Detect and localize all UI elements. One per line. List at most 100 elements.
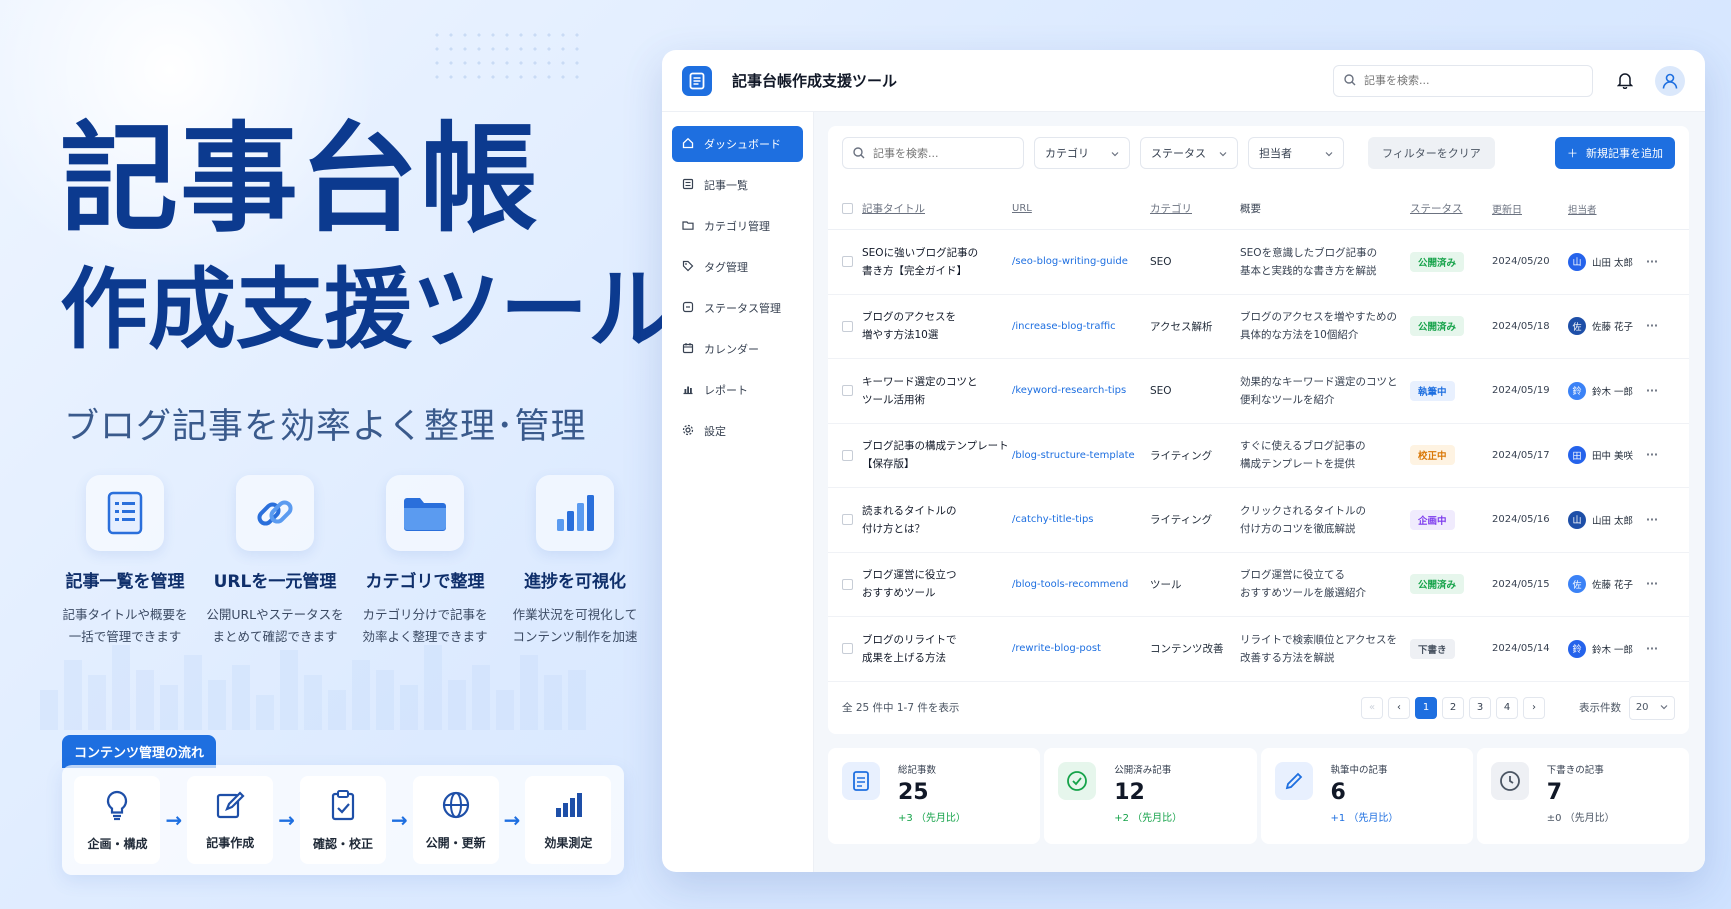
table-row[interactable]: 読まれるタイトルの 付け方とは？/catchy-title-tips ライティング… <box>828 488 1689 553</box>
stat-card: 執筆中の記事 6 +1 （先月比） <box>1260 747 1473 844</box>
app-logo-icon[interactable] <box>682 65 712 96</box>
article-search[interactable] <box>842 137 1024 169</box>
article-url[interactable]: /increase-blog-traffic <box>1012 321 1150 332</box>
header-search-input[interactable] <box>1364 74 1582 87</box>
article-date: 2024/05/15 <box>1492 578 1550 590</box>
per-page-select[interactable]: 20 <box>1629 695 1675 720</box>
column-header-category[interactable]: カテゴリ <box>1150 201 1240 216</box>
sidebar-item-articles[interactable]: 記事一覧 <box>672 167 803 203</box>
page-button[interactable]: 2 <box>1442 696 1464 719</box>
article-url[interactable]: /seo-blog-writing-guide <box>1012 256 1150 267</box>
table-row[interactable]: キーワード選定のコツと ツール活用術/keyword-research-tips… <box>828 359 1689 424</box>
select-all-checkbox[interactable] <box>842 203 853 214</box>
column-header-assignee[interactable]: 担当者 <box>1568 202 1646 216</box>
article-url[interactable]: /catchy-title-tips <box>1012 514 1150 525</box>
content-flow: 企画・構成 → 記事作成 → 確認・校正 → 公開・更新 → 効果測定 <box>62 765 624 875</box>
document-icon <box>842 761 880 800</box>
status-icon <box>682 301 694 316</box>
table-row[interactable]: ブログ記事の構成テンプレート 【保存版】/blog-structure-temp… <box>828 424 1689 488</box>
feature-desc: 記事タイトルや概要を 一括で管理できます <box>62 607 188 644</box>
report-icon <box>682 383 694 398</box>
assignee-select[interactable]: 担当者 <box>1248 137 1344 169</box>
sidebar-item-categories[interactable]: カテゴリ管理 <box>672 208 803 244</box>
article-category: ライティング <box>1150 449 1213 462</box>
more-options-icon[interactable]: ··· <box>1646 320 1666 332</box>
table-row[interactable]: ブログのリライトで 成果を上げる方法/rewrite-blog-post コンテン… <box>828 617 1689 682</box>
sidebar-item-settings[interactable]: 設定 <box>672 413 803 449</box>
article-title[interactable]: キーワード選定のコツと ツール活用術 <box>862 373 1012 409</box>
article-category: SEO <box>1150 384 1172 397</box>
per-page-value: 20 <box>1635 702 1649 713</box>
row-checkbox[interactable] <box>842 385 853 397</box>
first-page-icon[interactable]: « <box>1361 696 1383 719</box>
table-row[interactable]: ブログ運営に役立つ おすすめツール/blog-tools-recommend ツー… <box>828 553 1689 617</box>
add-article-button[interactable]: ＋ 新規記事を追加 <box>1555 137 1675 169</box>
table-body: SEOに強いブログ記事の 書き方【完全ガイド】/seo-blog-writing… <box>828 230 1689 682</box>
article-title[interactable]: ブログのアクセスを 増やす方法10選 <box>862 308 1012 344</box>
sidebar-item-tags[interactable]: タグ管理 <box>672 249 803 285</box>
avatar: 鈴 <box>1568 639 1586 658</box>
clear-filters-button[interactable]: フィルターをクリア <box>1368 137 1495 169</box>
stat-change: ±0 （先月比） <box>1546 812 1615 824</box>
status-select[interactable]: ステータス <box>1140 137 1238 169</box>
table-row[interactable]: ブログのアクセスを 増やす方法10選/increase-blog-traffic… <box>828 295 1689 359</box>
row-checkbox[interactable] <box>842 643 853 655</box>
article-url[interactable]: /rewrite-blog-post <box>1012 643 1150 654</box>
article-url[interactable]: /blog-structure-template <box>1012 450 1150 461</box>
article-title[interactable]: ブログ記事の構成テンプレート 【保存版】 <box>862 437 1012 473</box>
article-title[interactable]: ブログ運営に役立つ おすすめツール <box>862 566 1012 602</box>
article-title[interactable]: 読まれるタイトルの 付け方とは？ <box>862 502 1012 538</box>
row-checkbox[interactable] <box>842 256 853 268</box>
sidebar-item-dashboard[interactable]: ダッシュボード <box>672 126 803 162</box>
gear-icon <box>682 424 694 439</box>
more-options-icon[interactable]: ··· <box>1646 514 1666 526</box>
status-badge: 企画中 <box>1410 509 1455 530</box>
column-header-url[interactable]: URL <box>1012 203 1150 214</box>
category-select[interactable]: カテゴリ <box>1034 137 1130 169</box>
table-row[interactable]: SEOに強いブログ記事の 書き方【完全ガイド】/seo-blog-writing… <box>828 230 1689 295</box>
more-options-icon[interactable]: ··· <box>1646 578 1666 590</box>
article-category: ライティング <box>1150 514 1213 527</box>
feature-item: URLを一元管理 公開URLやステータスを まとめて確認できます <box>200 475 350 648</box>
more-options-icon[interactable]: ··· <box>1646 643 1666 655</box>
prev-page-icon[interactable]: ‹ <box>1388 696 1410 719</box>
clock-icon <box>1490 761 1529 800</box>
feature-list: 記事一覧を管理 記事タイトルや概要を 一括で管理できます URLを一元管理 公開… <box>50 475 650 648</box>
more-options-icon[interactable]: ··· <box>1646 256 1666 268</box>
more-options-icon[interactable]: ··· <box>1646 385 1666 397</box>
stat-value: 12 <box>1114 779 1145 805</box>
articles-panel: カテゴリ ステータス 担当者 フィルターをクリア ＋ 新規記事を追加 <box>828 126 1689 734</box>
article-category: SEO <box>1150 255 1172 268</box>
row-checkbox[interactable] <box>842 320 853 332</box>
article-title[interactable]: ブログのリライトで 成果を上げる方法 <box>862 631 1012 667</box>
sidebar-item-calendar[interactable]: カレンダー <box>672 331 803 367</box>
row-checkbox[interactable] <box>842 449 853 461</box>
article-url[interactable]: /blog-tools-recommend <box>1012 579 1150 590</box>
article-search-input[interactable] <box>873 146 1013 160</box>
column-header-date[interactable]: 更新日 <box>1492 201 1568 216</box>
search-icon <box>1344 71 1356 90</box>
header-search[interactable] <box>1333 64 1593 97</box>
article-url[interactable]: /keyword-research-tips <box>1012 385 1150 396</box>
article-summary: 効果的なキーワード選定のコツと 便利なツールを紹介 <box>1240 375 1398 406</box>
user-avatar-icon[interactable] <box>1655 65 1685 96</box>
article-summary: リライトで検索順位とアクセスを 改善する方法を解説 <box>1240 633 1397 664</box>
page-button[interactable]: 3 <box>1469 696 1491 719</box>
column-header-title[interactable]: 記事タイトル <box>862 200 1012 218</box>
bell-icon[interactable] <box>1617 72 1633 89</box>
page-button[interactable]: 1 <box>1415 696 1437 719</box>
hero-title-line2: 作成支援ツール <box>60 258 677 361</box>
row-checkbox[interactable] <box>842 578 853 590</box>
article-title[interactable]: SEOに強いブログ記事の 書き方【完全ガイド】 <box>862 244 1012 280</box>
more-options-icon[interactable]: ··· <box>1646 449 1666 461</box>
sidebar-item-reports[interactable]: レポート <box>672 372 803 408</box>
page-button[interactable]: 4 <box>1496 696 1518 719</box>
stat-label: 執筆中の記事 <box>1330 764 1388 776</box>
article-summary: すぐに使えるブログ記事の 構成テンプレートを提供 <box>1240 440 1366 471</box>
article-category: アクセス解析 <box>1150 320 1213 333</box>
feature-desc: 公開URLやステータスを まとめて確認できます <box>206 607 344 644</box>
row-checkbox[interactable] <box>842 514 853 526</box>
column-header-status[interactable]: ステータス <box>1410 201 1492 216</box>
next-page-icon[interactable]: › <box>1523 696 1545 719</box>
sidebar-item-status[interactable]: ステータス管理 <box>672 290 803 326</box>
